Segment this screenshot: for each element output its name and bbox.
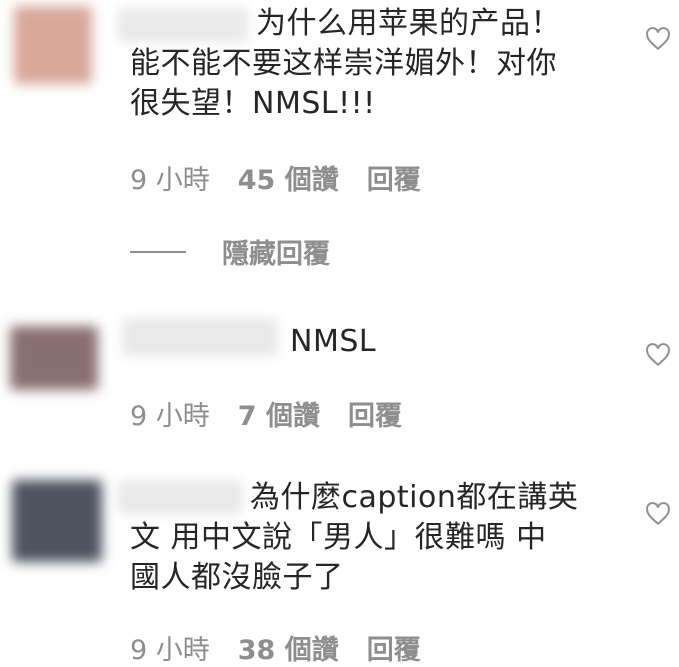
comment-meta: 9 小時 7 個讚 回覆: [130, 394, 402, 433]
reply-button[interactable]: 回覆: [367, 628, 421, 667]
username-redacted[interactable]: [122, 318, 278, 356]
like-count[interactable]: 38 個讚: [238, 628, 339, 667]
reply-button[interactable]: 回覆: [348, 394, 402, 433]
like-count[interactable]: 7 個讚: [238, 394, 320, 433]
timestamp[interactable]: 9 小時: [130, 628, 210, 667]
comment-2: NMSL 9 小時 7 個讚 回覆: [0, 290, 679, 450]
heart-icon[interactable]: [645, 502, 671, 526]
comment-meta: 9 小時 45 個讚 回覆: [130, 158, 421, 197]
reply-button[interactable]: 回覆: [367, 158, 421, 197]
divider-line: [130, 250, 186, 253]
like-count[interactable]: 45 個讚: [238, 158, 339, 197]
timestamp[interactable]: 9 小時: [130, 158, 210, 197]
avatar[interactable]: [10, 326, 98, 390]
comment-3: 為什麼caption都在講英 文 用中文說「男人」很難嗎 中 國人都沒臉子了 9…: [0, 460, 679, 667]
comment-text: NMSL: [290, 324, 377, 359]
timestamp[interactable]: 9 小時: [130, 394, 210, 433]
heart-icon[interactable]: [645, 27, 671, 51]
comment-meta: 9 小時 38 個讚 回覆: [130, 628, 421, 667]
avatar[interactable]: [14, 6, 92, 84]
comment-text: 為什麼caption都在講英 文 用中文說「男人」很難嗎 中 國人都沒臉子了: [130, 480, 579, 595]
avatar[interactable]: [12, 480, 102, 562]
hide-replies-button[interactable]: 隱藏回覆: [130, 232, 330, 271]
comment-text: 为什么用苹果的产品！ 能不能不要这样崇洋媚外！对你 很失望！NMSL!!!: [130, 6, 561, 121]
comment-1: 为什么用苹果的产品！ 能不能不要这样崇洋媚外！对你 很失望！NMSL!!! 9 …: [0, 0, 679, 290]
hide-replies-label: 隱藏回覆: [222, 239, 330, 270]
heart-icon[interactable]: [645, 343, 671, 367]
